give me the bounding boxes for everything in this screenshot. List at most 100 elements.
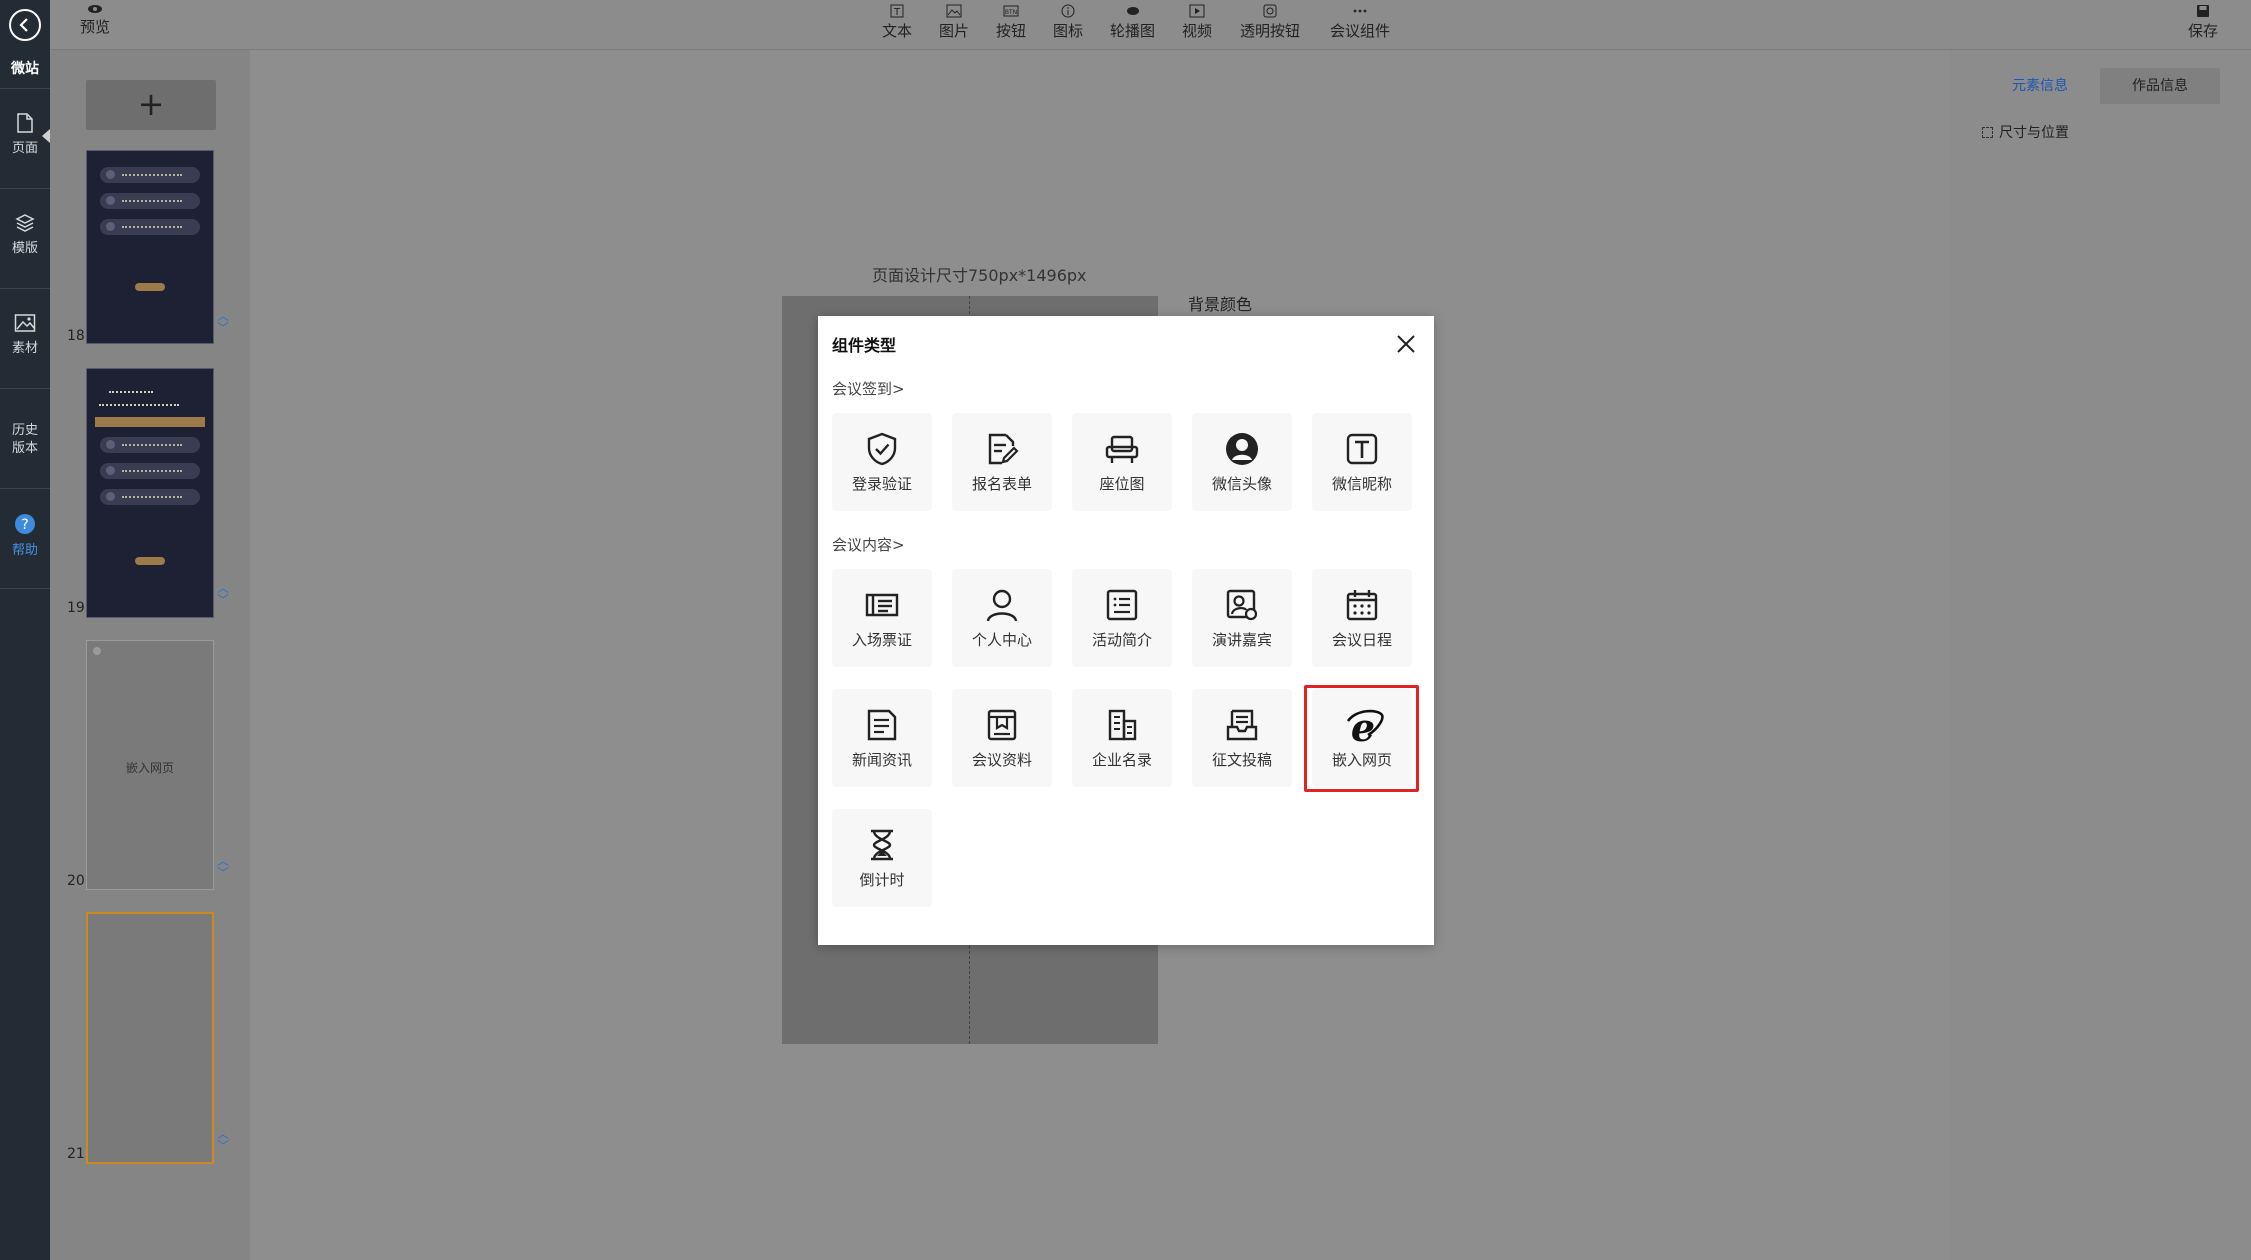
component-login-verify[interactable]: 登录验证 (832, 413, 932, 511)
component-registration-form[interactable]: 报名表单 (952, 413, 1052, 511)
transparent-button-icon (1263, 4, 1277, 18)
tool-transparent-button[interactable]: 透明按钮 (1240, 4, 1300, 41)
rail-item-history[interactable]: 历史 版本 (0, 422, 50, 458)
component-speakers[interactable]: 演讲嘉宾 (1192, 569, 1292, 667)
reorder-arrows[interactable]: ︿ ﹀ (217, 582, 229, 606)
thumb-decoration (135, 283, 165, 291)
carousel-icon (1126, 7, 1139, 15)
right-panel (1950, 50, 2251, 1260)
thumb-decoration (100, 167, 200, 183)
back-button[interactable] (9, 9, 41, 41)
document-icon (987, 709, 1017, 741)
page-thumb-21[interactable] (86, 912, 214, 1164)
preview-button[interactable]: 预览 (80, 4, 110, 37)
rail-item-label: 历史 (11, 423, 38, 438)
size-position-section[interactable]: 尺寸与位置 (1982, 122, 2069, 142)
top-toolbar: 预览 T 文本 图片 BTN 按钮 图标 轮播图 视频 透明按钮 会议组件 保存 (50, 0, 2251, 50)
active-indicator (42, 129, 50, 143)
calendar-icon (1346, 590, 1378, 621)
more-dots-icon (1353, 9, 1367, 13)
hourglass-icon (871, 829, 893, 861)
component-countdown[interactable]: 倒计时 (832, 809, 932, 907)
component-seat-map[interactable]: 座位图 (1072, 413, 1172, 511)
tab-work-info[interactable]: 作品信息 (2100, 68, 2220, 104)
component-wechat-nickname[interactable]: 微信昵称 (1312, 413, 1412, 511)
component-news[interactable]: 新闻资讯 (832, 689, 932, 787)
rail-item-label: 模版 (11, 241, 38, 256)
selection-highlight (1304, 685, 1419, 792)
tab-element-info[interactable]: 元素信息 (1980, 68, 2100, 104)
page-number: 18 (67, 328, 85, 344)
resize-icon (1982, 127, 1993, 138)
component-company-directory[interactable]: 企业名录 (1072, 689, 1172, 787)
thumb-decoration (93, 647, 101, 655)
tool-meeting-components[interactable]: 会议组件 (1330, 4, 1390, 41)
layers-icon (15, 214, 35, 232)
component-entry-ticket[interactable]: 入场票证 (832, 569, 932, 667)
rail-item-template[interactable]: 模版 (0, 213, 50, 256)
component-type-dialog: 组件类型 会议签到> 登录验证 报名表单 座位图 微信头像 微信昵称 会议内容>… (818, 316, 1434, 945)
divider (0, 188, 50, 189)
dialog-title: 组件类型 (832, 336, 897, 355)
page-number: 19 (67, 600, 85, 616)
divider (0, 388, 50, 389)
thumb-decoration (109, 391, 153, 393)
company-icon (1108, 709, 1137, 741)
submission-icon (1226, 709, 1258, 741)
svg-text:BTN: BTN (1005, 9, 1017, 16)
form-edit-icon (988, 433, 1019, 465)
page-number: 21 (67, 1146, 85, 1162)
component-personal-center[interactable]: 个人中心 (952, 569, 1052, 667)
left-rail: 微站 页面 模版 素材 历史 版本 ? 帮助 (0, 0, 50, 1260)
rail-item-label: 帮助 (11, 543, 38, 558)
thumb-decoration (100, 489, 200, 505)
divider (0, 88, 50, 89)
svg-text:?: ? (21, 517, 28, 533)
thumb-decoration (100, 437, 200, 453)
info-circle-icon (1061, 4, 1075, 18)
component-event-intro[interactable]: 活动简介 (1072, 569, 1172, 667)
page-thumb-20[interactable]: 嵌入网页 (86, 640, 214, 890)
tool-image[interactable]: 图片 (939, 4, 969, 41)
section-meeting-checkin[interactable]: 会议签到> (832, 378, 905, 399)
tool-icon[interactable]: 图标 (1053, 4, 1083, 41)
page-number: 20 (67, 873, 85, 889)
tool-text[interactable]: T 文本 (882, 4, 912, 41)
svg-text:T: T (893, 7, 901, 18)
text-box-icon: T (890, 4, 904, 18)
divider (0, 588, 50, 589)
component-meeting-materials[interactable]: 会议资料 (952, 689, 1052, 787)
thumb-label: 嵌入网页 (125, 761, 174, 775)
close-button[interactable] (1394, 332, 1418, 356)
divider (0, 288, 50, 289)
reorder-arrows[interactable]: ︿ ﹀ (217, 1128, 229, 1152)
tool-button[interactable]: BTN 按钮 (996, 4, 1026, 41)
seat-icon (1105, 435, 1139, 463)
component-meeting-schedule[interactable]: 会议日程 (1312, 569, 1412, 667)
brand-label: 微站 (11, 61, 39, 77)
component-essay-submission[interactable]: 征文投稿 (1192, 689, 1292, 787)
reorder-arrows[interactable]: ︿ ﹀ (217, 310, 229, 334)
page-thumb-18[interactable] (86, 150, 214, 344)
button-icon: BTN (1003, 5, 1019, 17)
rail-item-label: 版本 (11, 441, 38, 456)
save-button[interactable]: 保存 (2188, 4, 2218, 41)
rail-item-material[interactable]: 素材 (0, 313, 50, 356)
section-meeting-content[interactable]: 会议内容> (832, 534, 905, 555)
thumb-decoration (95, 417, 205, 427)
shield-check-icon (867, 432, 897, 466)
speaker-icon (1226, 589, 1258, 621)
add-page-button[interactable]: + (86, 80, 216, 130)
ticket-icon (865, 593, 899, 617)
thumb-decoration (100, 193, 200, 209)
rail-item-help[interactable]: ? 帮助 (0, 513, 50, 558)
rail-item-label: 素材 (11, 341, 38, 356)
tool-carousel[interactable]: 轮播图 (1110, 4, 1155, 41)
image-icon (946, 4, 962, 18)
reorder-arrows[interactable]: ︿ ﹀ (217, 855, 229, 879)
page-thumb-19[interactable] (86, 368, 214, 618)
save-icon (2197, 5, 2209, 17)
component-wechat-avatar[interactable]: 微信头像 (1192, 413, 1292, 511)
eye-icon (88, 5, 102, 13)
tool-video[interactable]: 视频 (1182, 4, 1212, 41)
